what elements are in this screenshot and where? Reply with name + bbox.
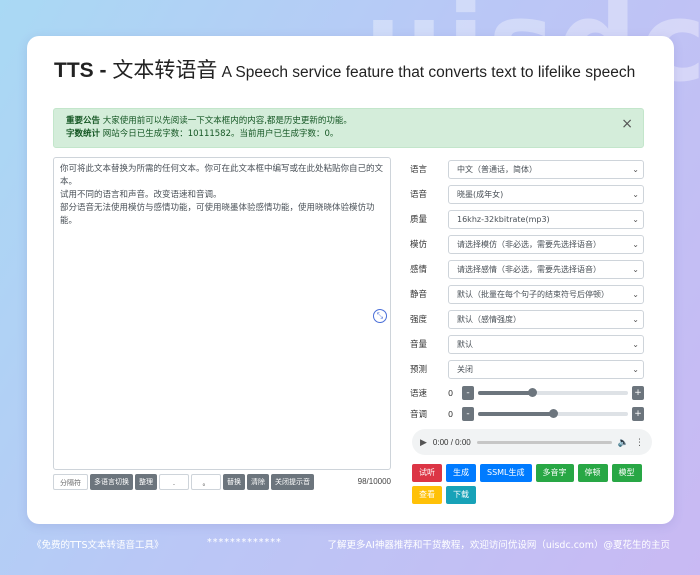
chevron-down-icon: ⌄ <box>632 264 639 274</box>
model-button[interactable]: 模型 <box>611 464 642 482</box>
volume-select[interactable]: 默认 ⌄ <box>448 334 644 354</box>
chevron-down-icon: ⌄ <box>632 364 639 374</box>
quality-row: 质量 16khz-32kbitrate(mp3) ⌄ <box>410 209 644 229</box>
imitate-row: 模仿 请选择模仿（非必选，需要先选择语音） ⌄ <box>410 234 644 254</box>
volume-row: 音量 默认 ⌄ <box>410 334 644 354</box>
chevron-down-icon: ⌄ <box>632 214 639 224</box>
pitch-increase-button[interactable]: + <box>632 407 644 421</box>
replace-input[interactable]: 。 <box>191 473 221 490</box>
volume-icon[interactable]: 🔈 <box>618 437 629 448</box>
separator-button[interactable]: 分隔符 <box>53 473 88 490</box>
expand-icon[interactable]: ⤡ <box>373 309 387 323</box>
voice-select[interactable]: 晓墨(成年女) ⌄ <box>448 184 644 204</box>
footer-credit: 了解更多AI神器推荐和干货教程，欢迎访问优设网（uisdc.com）@夏花生的主… <box>327 540 670 551</box>
ssml-generate-button[interactable]: SSML生成 <box>480 464 532 482</box>
pitch-slider-row: 音调 0 - + <box>410 406 644 422</box>
generate-button[interactable]: 生成 <box>446 464 476 482</box>
tidy-button[interactable]: 整理 <box>135 473 157 490</box>
chevron-down-icon: ⌄ <box>632 239 639 249</box>
voice-row: 语音 晓墨(成年女) ⌄ <box>410 184 644 204</box>
footer-dots: ************* <box>207 537 282 548</box>
chevron-down-icon: ⌄ <box>632 289 639 299</box>
close-icon[interactable]: × <box>621 117 633 131</box>
rate-slider[interactable] <box>478 388 628 397</box>
close-hint-button[interactable]: 关闭提示音 <box>271 473 314 490</box>
more-options-icon[interactable]: ⋮ <box>635 437 644 448</box>
audio-player: ▶ 0:00 / 0:00 🔈 ⋮ <box>412 429 652 455</box>
language-row: 语言 中文（普通话，简体） ⌄ <box>410 159 644 179</box>
silence-row: 静音 默认（批量在每个句子的结束符号后停顿） ⌄ <box>410 284 644 304</box>
text-toolbar: 分隔符 多语言切换 整理 . 。 替换 清除 关闭提示音 98/10000 <box>53 473 391 490</box>
chevron-down-icon: ⌄ <box>632 189 639 199</box>
download-button[interactable]: 下载 <box>446 486 476 504</box>
slider-thumb[interactable] <box>528 388 537 397</box>
emotion-select[interactable]: 请选择感情（非必选，需要先选择语音） ⌄ <box>448 259 644 279</box>
emotion-row: 感情 请选择感情（非必选，需要先选择语音） ⌄ <box>410 259 644 279</box>
play-icon[interactable]: ▶ <box>420 437 427 448</box>
imitate-select[interactable]: 请选择模仿（非必选，需要先选择语音） ⌄ <box>448 234 644 254</box>
find-input[interactable]: . <box>159 473 189 490</box>
multi-language-button[interactable]: 多语言切换 <box>90 473 133 490</box>
polyphone-button[interactable]: 多音字 <box>535 464 574 482</box>
page-title: TTS - 文本转语音 A Speech service feature tha… <box>54 58 636 82</box>
predict-select[interactable]: 关闭 ⌄ <box>448 359 644 379</box>
rate-decrease-button[interactable]: - <box>462 386 474 400</box>
chevron-down-icon: ⌄ <box>632 314 639 324</box>
rate-slider-row: 语速 0 - + <box>410 385 644 401</box>
pitch-decrease-button[interactable]: - <box>462 407 474 421</box>
rate-increase-button[interactable]: + <box>632 386 644 400</box>
audio-time: 0:00 / 0:00 <box>432 437 471 447</box>
tts-card: TTS - 文本转语音 A Speech service feature tha… <box>27 36 674 524</box>
predict-row: 预测 关闭 ⌄ <box>410 359 644 379</box>
pause-button[interactable]: 停顿 <box>577 464 608 482</box>
replace-button[interactable]: 替换 <box>223 473 245 490</box>
footer-title: 《免费的TTS文本转语音工具》 <box>32 540 164 551</box>
slider-thumb[interactable] <box>549 409 558 418</box>
clear-button[interactable]: 清除 <box>247 473 269 490</box>
language-select[interactable]: 中文（普通话，简体） ⌄ <box>448 159 644 179</box>
action-buttons: 试听 生成 SSML生成 多音字 停顿 模型 查看 下载 <box>412 464 652 504</box>
preview-button[interactable]: 试听 <box>412 464 442 482</box>
audio-progress[interactable] <box>476 440 612 444</box>
char-counter: 98/10000 <box>357 477 391 486</box>
silence-select[interactable]: 默认（批量在每个句子的结束符号后停顿） ⌄ <box>448 284 644 304</box>
chevron-down-icon: ⌄ <box>632 339 639 349</box>
text-input-area[interactable]: 你可将此文本替换为所需的任何文本。你可在此文本框中编写或在此处粘贴你自己的文本。… <box>53 157 391 470</box>
chevron-down-icon: ⌄ <box>632 164 639 174</box>
footer: 《免费的TTS文本转语音工具》 ************* 了解更多AI神器推荐… <box>0 537 700 553</box>
pitch-slider[interactable] <box>478 409 628 418</box>
notice-alert: 重要公告 大家使用前可以先阅读一下文本框内的内容,都是历史更新的功能。 字数统计… <box>53 108 644 148</box>
view-button[interactable]: 查看 <box>412 486 442 504</box>
intensity-row: 强度 默认（感情强度） ⌄ <box>410 309 644 329</box>
intensity-select[interactable]: 默认（感情强度） ⌄ <box>448 309 644 329</box>
quality-select[interactable]: 16khz-32kbitrate(mp3) ⌄ <box>448 209 644 229</box>
